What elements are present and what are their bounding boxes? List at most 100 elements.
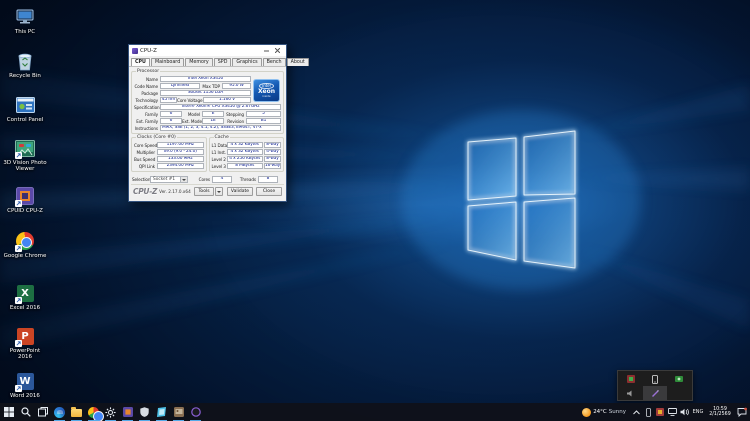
- taskbar-chrome-icon[interactable]: [85, 403, 104, 421]
- spec-label: Specification: [134, 104, 160, 110]
- l1-inst-way: 4-way: [264, 149, 281, 155]
- l1-inst-size: 4 x 32 KBytes: [226, 149, 263, 155]
- intel-xeon-badge-icon: intel Xeon inside: [253, 79, 280, 102]
- l1-data-label: L1 Data: [211, 142, 228, 148]
- desktop-icon-control-panel[interactable]: Control Panel: [2, 94, 48, 123]
- tab-graphics[interactable]: Graphics: [232, 58, 262, 66]
- family-label: Family: [145, 111, 158, 117]
- cores-value: 4: [212, 176, 232, 183]
- desktop-icon-recycle-bin[interactable]: Recycle Bin: [2, 50, 48, 79]
- maxtdp-value: 95.0 W: [222, 83, 251, 89]
- tab-bench[interactable]: Bench: [262, 58, 286, 66]
- shortcut-arrow-icon: [15, 340, 22, 347]
- taskbar-defender-icon[interactable]: [136, 403, 153, 421]
- minimize-button[interactable]: [261, 45, 272, 56]
- inside-tag: inside: [262, 94, 271, 99]
- l1-data-size: 4 x 32 KBytes: [226, 142, 263, 148]
- name-label: Name: [146, 76, 158, 82]
- taskbar-cpuz-icon[interactable]: [119, 403, 136, 421]
- tools-dropdown-button[interactable]: [215, 187, 223, 196]
- codename-value: Lynnfield: [160, 83, 200, 89]
- weather-widget[interactable]: 24°C Sunny: [578, 407, 630, 417]
- revision-value: B1: [246, 118, 281, 124]
- desktop-icon-label: PowerPoint 2016: [9, 348, 41, 360]
- clocks-group: Clocks (Core #0) Core Speed 1197.00 MHz M…: [131, 135, 207, 172]
- weather-text: Sunny: [608, 409, 626, 415]
- tray-network-icon[interactable]: [666, 408, 678, 416]
- language-indicator[interactable]: ENG: [690, 409, 706, 415]
- close-button[interactable]: [272, 45, 283, 56]
- clocks-group-legend: Clocks (Core #0): [136, 135, 177, 140]
- desktop-icon-label: 3D Vision Photo Viewer: [3, 160, 47, 172]
- tab-mainboard[interactable]: Mainboard: [150, 58, 185, 66]
- action-center-button[interactable]: [734, 407, 750, 417]
- tray-overflow-audio-icon[interactable]: [619, 386, 643, 400]
- desktop-icon-excel[interactable]: X Excel 2016: [2, 282, 48, 311]
- shortcut-arrow-icon: [15, 245, 22, 252]
- cores-label: Cores: [198, 177, 210, 182]
- word-icon: W: [14, 370, 36, 392]
- validate-button[interactable]: Validate: [227, 187, 253, 196]
- shortcut-arrow-icon: [15, 297, 22, 304]
- processor-group-legend: Processor: [136, 69, 161, 74]
- cpuz-titlebar[interactable]: CPU-Z: [129, 45, 286, 56]
- start-button[interactable]: [0, 403, 17, 421]
- recycle-bin-icon: [14, 50, 36, 72]
- multiplier-value: x9.0 (9.0 - 24.0): [157, 149, 204, 155]
- tray-overflow-pen-icon[interactable]: [643, 386, 667, 400]
- window-title: CPU-Z: [140, 47, 157, 54]
- tab-memory[interactable]: Memory: [185, 58, 213, 66]
- chrome-icon: [14, 230, 36, 252]
- tab-cpu[interactable]: CPU: [131, 58, 150, 66]
- desktop-icon-this-pc[interactable]: This PC: [2, 6, 48, 35]
- instructions-value: MMX, SSE (1, 2, 3, 4.1, 4.2), SSSE3, EM6…: [160, 125, 281, 131]
- powerpoint-icon: P: [14, 325, 36, 347]
- close-window-button[interactable]: Close: [256, 187, 282, 196]
- cpuz-tab-bar: CPU Mainboard Memory SPD Graphics Bench …: [129, 56, 309, 66]
- desktop-icon-label: Excel 2016: [9, 305, 41, 311]
- tab-spd[interactable]: SPD: [213, 58, 232, 66]
- processor-group: Processor Name Intel Xeon X3450 Code Nam…: [131, 69, 284, 134]
- tools-button[interactable]: Tools: [194, 187, 214, 196]
- cpuz-logo: CPU-Z: [133, 187, 158, 196]
- package-label: Package: [141, 90, 158, 96]
- search-button[interactable]: [17, 403, 34, 421]
- cpuz-app-icon: [132, 47, 138, 54]
- cpuz-window: CPU-Z CPU Mainboard Memory SPD Graphics …: [128, 44, 309, 202]
- desktop-icon-3d-vision[interactable]: 3D Vision Photo Viewer: [2, 137, 48, 172]
- socket-select[interactable]: Socket #1: [150, 176, 188, 183]
- level3-label: Level 3: [211, 163, 226, 169]
- taskbar-edge-icon[interactable]: [51, 403, 68, 421]
- tray-volume-icon[interactable]: [678, 408, 690, 416]
- control-panel-icon: [14, 94, 36, 116]
- spec-value: Intel® Xeon® CPU X3450 @ 2.67GHz: [160, 104, 281, 110]
- taskbar-purple-ring-app-icon[interactable]: [187, 403, 204, 421]
- desktop-icon-word[interactable]: W Word 2016: [2, 370, 48, 399]
- revision-label: Revision: [227, 118, 244, 124]
- show-hidden-icons-chevron[interactable]: [630, 409, 642, 415]
- taskbar-clock[interactable]: 10:59 2/1/2569: [706, 407, 734, 418]
- desktop-icon-google-chrome[interactable]: Google Chrome: [2, 230, 48, 259]
- extmodel-value: 1E: [202, 118, 224, 124]
- taskbar-photo-app-icon[interactable]: [170, 403, 187, 421]
- taskbar-3d-vision-icon[interactable]: [153, 403, 170, 421]
- tray-overflow-cpuz-icon[interactable]: [619, 372, 643, 386]
- chevron-down-icon[interactable]: [180, 177, 187, 182]
- tray-overflow-device-icon[interactable]: [643, 372, 667, 386]
- taskbar-settings-icon[interactable]: [102, 403, 119, 421]
- multiplier-label: Multiplier: [136, 149, 155, 155]
- desktop-icon-powerpoint[interactable]: P PowerPoint 2016: [2, 325, 48, 360]
- level2-way: 8-way: [264, 156, 281, 162]
- taskbar: 24°C Sunny ENG 10:59 2/1/2569: [0, 403, 750, 421]
- task-view-button[interactable]: [34, 403, 51, 421]
- tray-usb-icon[interactable]: [642, 407, 654, 417]
- tray-overflow-graphics-icon[interactable]: [667, 372, 691, 386]
- technology-label: Technology: [135, 97, 159, 103]
- bus-speed-value: 133.00 MHz: [157, 156, 204, 162]
- tab-about[interactable]: About: [286, 58, 309, 66]
- desktop-icon-cpuid-cpuz[interactable]: CPUID CPU-Z: [2, 185, 48, 214]
- weather-temp: 24°C: [593, 409, 607, 415]
- tray-cpuz-icon[interactable]: [654, 408, 666, 416]
- qpi-link-value: 2394.00 MHz: [157, 163, 204, 169]
- taskbar-file-explorer-icon[interactable]: [68, 403, 85, 421]
